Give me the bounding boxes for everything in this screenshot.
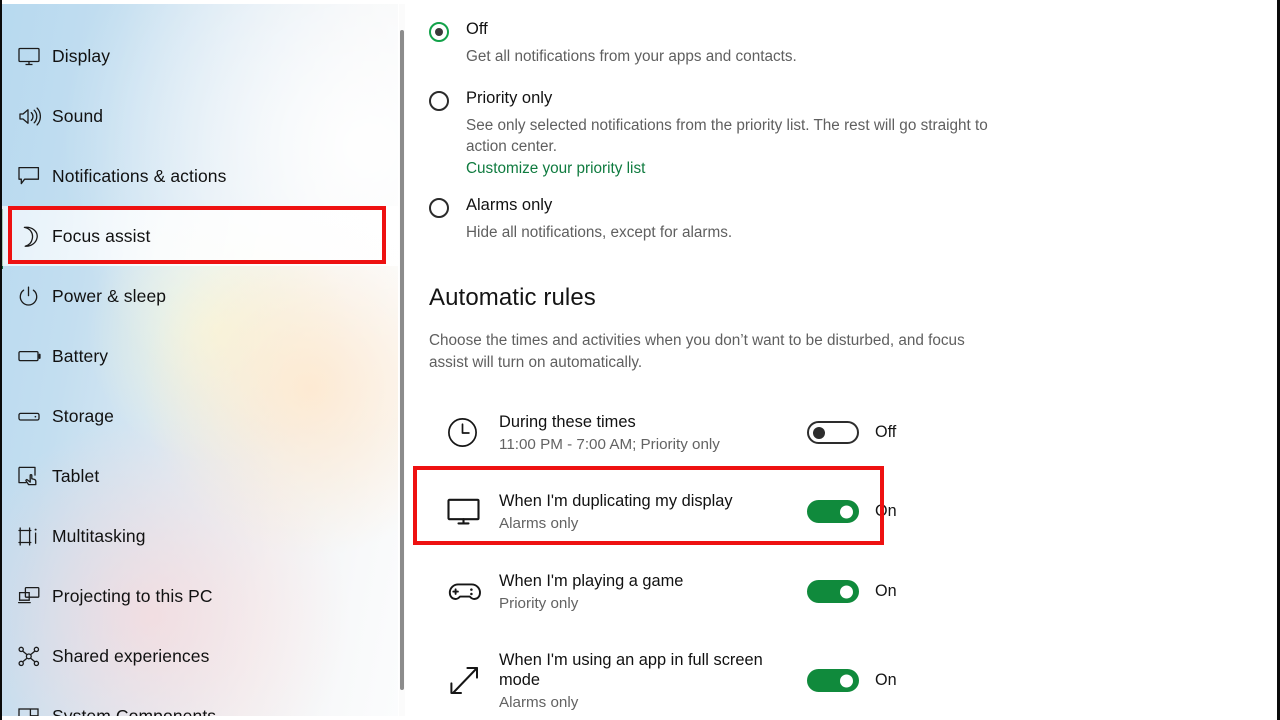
rule-title: When I'm duplicating my display [499, 491, 733, 510]
sidebar-item-sound[interactable]: Sound [0, 86, 398, 146]
rule-title: When I'm using an app in full screen mod… [499, 650, 763, 689]
toggle-switch[interactable] [807, 500, 859, 524]
sidebar-item-label: Multitasking [52, 525, 146, 546]
toggle-knob [813, 426, 825, 439]
settings-window: Display Sound Notifications & actions Fo… [0, 0, 1280, 720]
rule-text: When I'm using an app in full screen mod… [499, 650, 779, 712]
automatic-rules-list: During these times 11:00 PM - 7:00 AM; P… [429, 397, 1269, 714]
rule-subtitle: Alarms only [499, 693, 579, 711]
content-inner: Off Get all notifications from your apps… [429, 4, 1269, 714]
rule-text: During these times 11:00 PM - 7:00 AM; P… [499, 412, 795, 454]
radio-button[interactable] [429, 198, 449, 219]
content-scrollbar[interactable] [399, 4, 405, 716]
sidebar-item-notifications-actions[interactable]: Notifications & actions [0, 146, 398, 206]
rule-row-app-in-full-screen-mode[interactable]: When I'm using an app in full screen mod… [429, 639, 1269, 714]
option-description: Hide all notifications, except for alarm… [466, 224, 733, 242]
components-icon [18, 707, 52, 716]
rule-text: When I'm duplicating my display Alarms o… [499, 491, 795, 533]
sidebar-item-label: Display [52, 45, 111, 66]
rule-row-duplicating-my-display[interactable]: When I'm duplicating my display Alarms o… [429, 476, 1269, 548]
sidebar-item-battery[interactable]: Battery [0, 326, 398, 386]
sidebar-item-power-sleep[interactable]: Power & sleep [0, 266, 398, 326]
toggle-knob [840, 674, 853, 688]
rule-subtitle: Priority only [499, 594, 579, 612]
fullscreen-arrows-icon [447, 664, 499, 698]
gamepad-icon [447, 580, 499, 604]
toggle-switch[interactable] [807, 669, 859, 693]
toggle-knob [840, 505, 853, 519]
rule-toggle-wrap: On [807, 669, 897, 693]
sidebar-item-focus-assist[interactable]: Focus assist [0, 206, 398, 266]
multitasking-icon [18, 526, 52, 547]
rule-toggle-wrap: Off [807, 421, 897, 445]
radio-button[interactable] [429, 90, 449, 111]
automatic-rules-heading: Automatic rules [429, 283, 596, 311]
option-label: Alarms only [466, 196, 553, 215]
sidebar-item-label: Tablet [52, 465, 100, 486]
rule-row-playing-a-game[interactable]: When I'm playing a game Priority only On [429, 556, 1269, 628]
projecting-icon [18, 586, 52, 607]
monitor-icon [18, 47, 52, 66]
rule-subtitle: 11:00 PM - 7:00 AM; Priority only [499, 435, 720, 453]
settings-content-pane: Off Get all notifications from your apps… [398, 4, 1277, 714]
toggle-switch[interactable] [807, 421, 859, 445]
toggle-switch[interactable] [807, 580, 859, 604]
sidebar-item-projecting-to-this-pc[interactable]: Projecting to this PC [0, 566, 398, 626]
toggle-knob [840, 585, 853, 599]
sidebar-item-shared-experiences[interactable]: Shared experiences [0, 626, 398, 686]
toggle-state-label: On [875, 582, 897, 601]
speaker-icon [18, 106, 52, 126]
tablet-touch-icon [18, 466, 52, 487]
focus-mode-option-alarms-only[interactable]: Alarms only Hide all notifications, exce… [429, 196, 1269, 244]
rule-row-during-these-times[interactable]: During these times 11:00 PM - 7:00 AM; P… [429, 397, 1269, 469]
sidebar-item-label: System Components [52, 705, 217, 717]
sidebar-item-label: Sound [52, 105, 104, 126]
option-label: Priority only [466, 88, 553, 107]
option-description: See only selected notifications from the… [466, 116, 988, 156]
sidebar-item-multitasking[interactable]: Multitasking [0, 506, 398, 566]
battery-icon [18, 349, 52, 363]
toggle-state-label: Off [875, 423, 897, 442]
sidebar-nav-list: Display Sound Notifications & actions Fo… [0, 26, 398, 716]
scrollbar-thumb[interactable] [400, 30, 404, 690]
moon-icon [18, 226, 52, 247]
sidebar-item-label: Notifications & actions [52, 165, 227, 186]
customize-priority-list-link[interactable]: Customize your priority list [466, 160, 645, 178]
share-nodes-icon [18, 646, 52, 667]
sidebar-item-label: Shared experiences [52, 645, 210, 666]
sidebar-item-label: Projecting to this PC [52, 585, 213, 606]
power-icon [18, 286, 52, 307]
sidebar-item-system-components[interactable]: System Components [0, 686, 398, 716]
rule-subtitle: Alarms only [499, 514, 579, 532]
sidebar-item-label: Focus assist [52, 225, 151, 246]
settings-sidebar: Display Sound Notifications & actions Fo… [0, 4, 398, 716]
sidebar-item-label: Battery [52, 345, 109, 366]
monitor-icon [447, 498, 499, 525]
sidebar-item-label: Storage [52, 405, 114, 426]
sidebar-item-storage[interactable]: Storage [0, 386, 398, 446]
rule-title: When I'm playing a game [499, 571, 684, 590]
toggle-state-label: On [875, 671, 897, 690]
focus-mode-option-priority-only[interactable]: Priority only See only selected notifica… [429, 89, 1269, 178]
toggle-state-label: On [875, 502, 897, 521]
storage-drive-icon [18, 410, 52, 423]
sidebar-item-tablet[interactable]: Tablet [0, 446, 398, 506]
window-left-border [0, 0, 2, 720]
option-description: Get all notifications from your apps and… [466, 48, 797, 65]
rule-title: During these times [499, 412, 636, 431]
sidebar-item-label: Power & sleep [52, 285, 167, 306]
rule-toggle-wrap: On [807, 580, 897, 604]
automatic-rules-description: Choose the times and activities when you… [429, 331, 965, 372]
clock-icon [447, 417, 499, 448]
rule-text: When I'm playing a game Priority only [499, 571, 795, 613]
focus-mode-option-off[interactable]: Off Get all notifications from your apps… [429, 20, 1269, 68]
sidebar-item-display[interactable]: Display [0, 26, 398, 86]
option-label: Off [466, 20, 488, 38]
rule-toggle-wrap: On [807, 500, 897, 524]
radio-button[interactable] [429, 22, 449, 42]
chat-bubble-icon [18, 166, 52, 186]
